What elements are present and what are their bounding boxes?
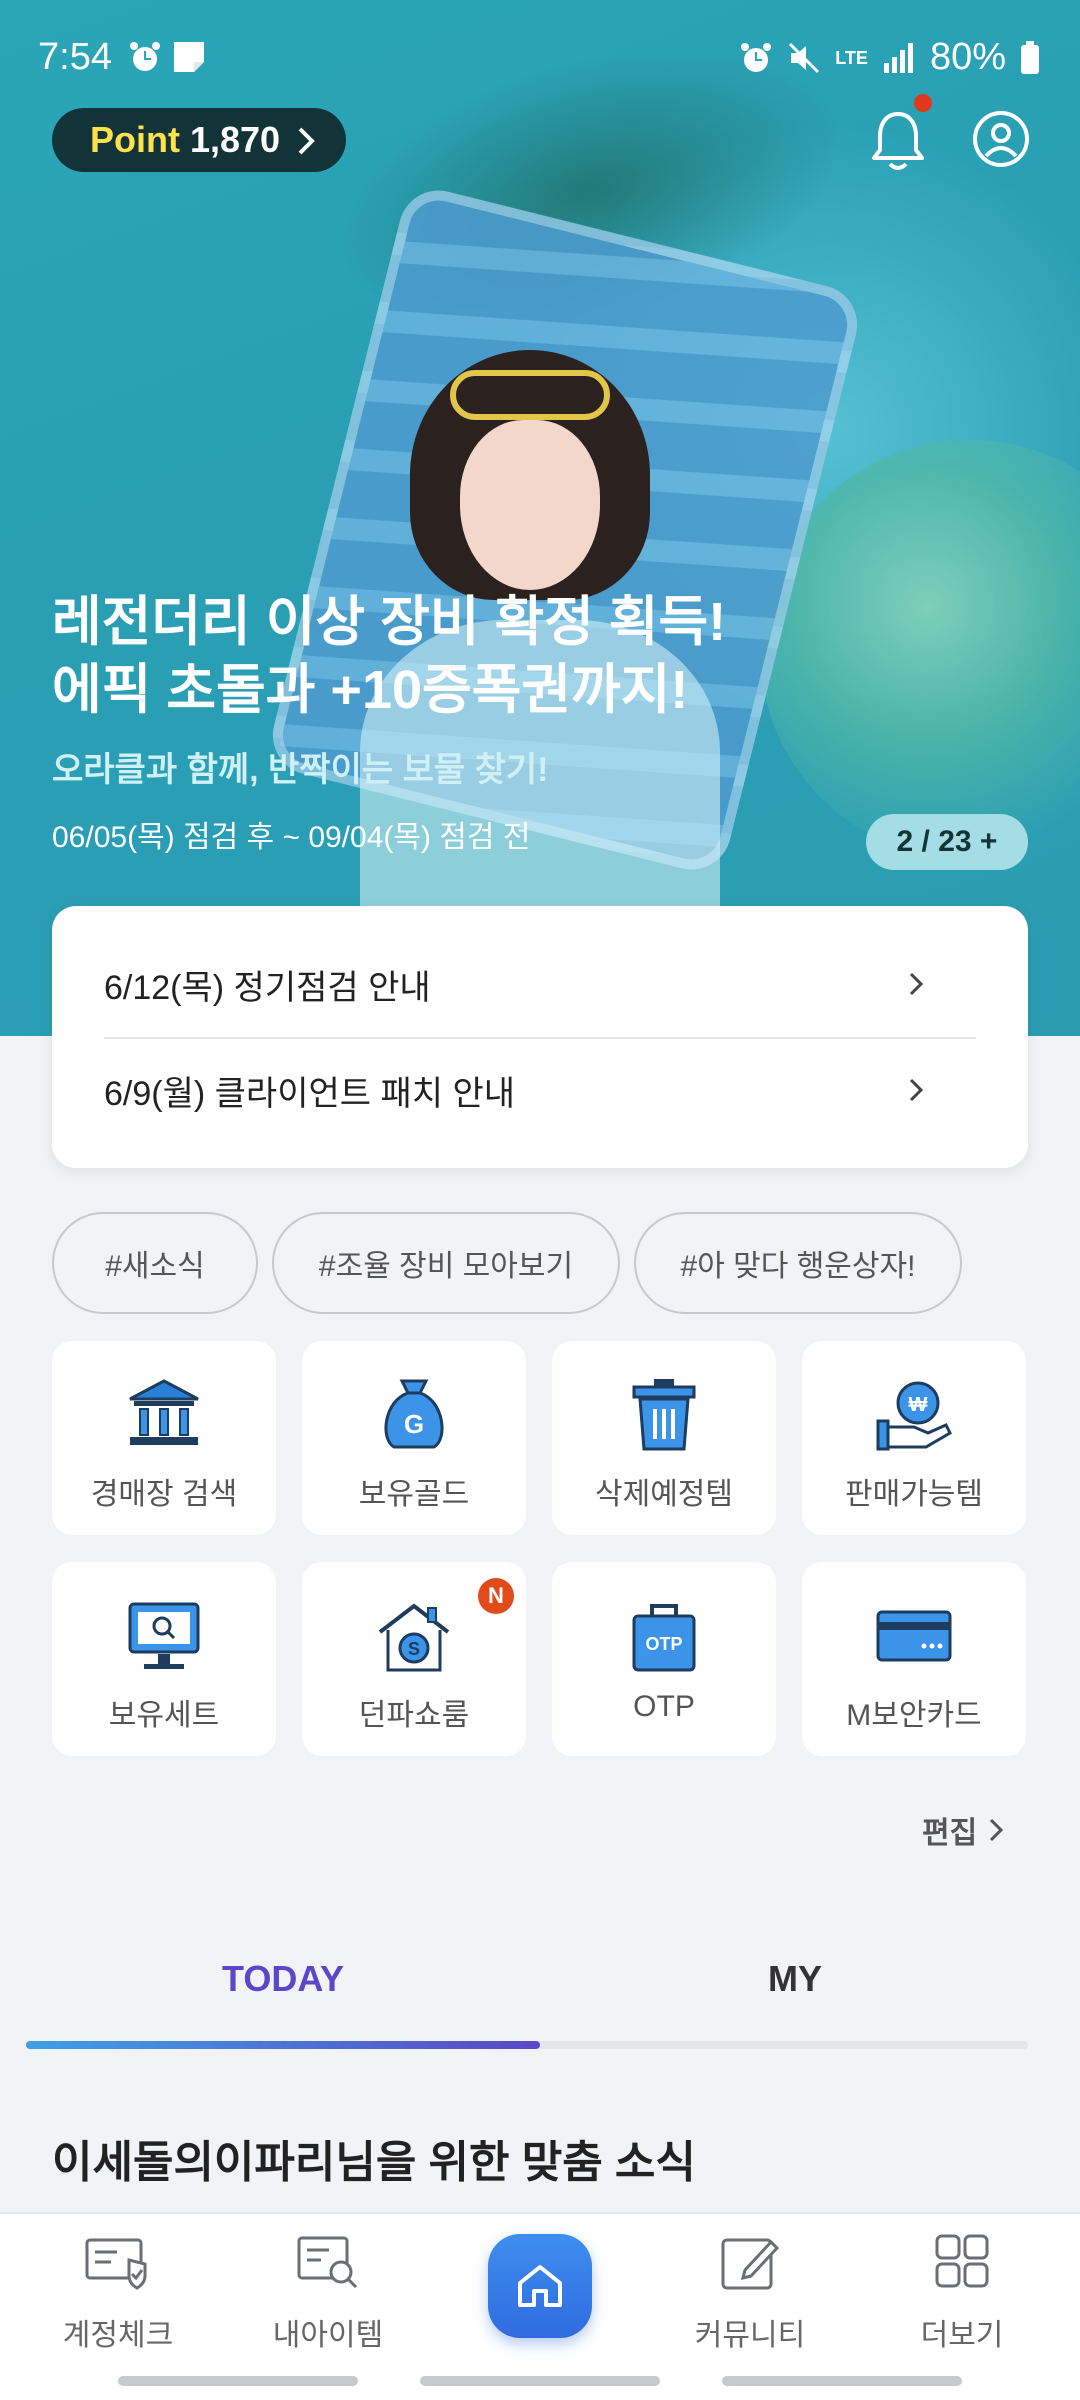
nav-home-button[interactable] (488, 2234, 592, 2338)
tile-otp[interactable]: OTP OTP (552, 1562, 776, 1756)
hero-title: 레전더리 이상 장비 확정 획득! 에픽 초돌과 +10증폭권까지! (52, 588, 726, 724)
tile-label: 보유골드 (358, 1478, 470, 1511)
community-edit-icon (721, 2238, 780, 2290)
account-check-icon (85, 2238, 147, 2290)
trash-icon (632, 1379, 696, 1451)
gesture-bar (722, 2376, 962, 2386)
svg-text:S: S (408, 1639, 420, 1659)
chevron-right-icon (909, 1078, 924, 1102)
battery-percent: 80% (929, 36, 1006, 78)
tab-indicator (26, 2041, 540, 2049)
tag-news[interactable]: #새소식 (52, 1212, 258, 1314)
notice-label: 6/12(목) 정기점검 안내 (104, 968, 431, 1007)
nav-community[interactable]: 커뮤니티 (650, 2232, 850, 2354)
signal-icon (883, 42, 913, 73)
tile-label: 보유세트 (108, 1699, 220, 1732)
notice-item[interactable]: 6/9(월) 클라이언트 패치 안내 (52, 1038, 924, 1142)
nav-label: 계정체크 (62, 2319, 174, 2352)
tile-label: 경매장 검색 (90, 1478, 238, 1511)
tab-today[interactable]: TODAY (222, 1958, 344, 2000)
tile-label: OTP (633, 1690, 695, 1723)
new-badge: N (478, 1578, 514, 1614)
mute-icon (789, 42, 820, 73)
notification-dot (914, 94, 932, 112)
svg-text:₩: ₩ (909, 1394, 928, 1416)
note-icon (174, 42, 204, 72)
hero-subtitle: 오라클과 함께, 반짝이는 보물 찾기! (52, 751, 549, 789)
battery-icon (1021, 40, 1039, 74)
section-title: 이세돌의이파리님을 위한 맞춤 소식 (52, 2138, 696, 2187)
more-grid-icon (935, 2234, 989, 2288)
tile-auction-search[interactable]: 경매장 검색 (52, 1341, 276, 1535)
banner-page-indicator[interactable]: 2 / 23 + (866, 814, 1028, 870)
hero-date: 06/05(목) 점검 후 ~ 09/04(목) 점검 전 (52, 821, 531, 854)
showroom-house-icon: S (378, 1603, 450, 1672)
point-button[interactable]: Point 1,870 (52, 108, 346, 172)
hero-title-line1: 레전더리 이상 장비 확정 획득! (52, 592, 727, 652)
sell-hand-icon: ₩ (876, 1381, 952, 1451)
nav-account-check[interactable]: 계정체크 (18, 2232, 218, 2354)
security-card-icon (876, 1610, 952, 1662)
hero-title-line2: 에픽 초돌과 +10증폭권까지! (52, 660, 689, 720)
tile-label: 판매가능템 (845, 1478, 983, 1511)
gold-bag-icon: G (384, 1379, 444, 1449)
chevron-right-icon (990, 1818, 1004, 1842)
nav-more[interactable]: 더보기 (862, 2232, 1062, 2354)
chevron-right-icon (298, 127, 315, 155)
monitor-search-icon (128, 1602, 200, 1669)
status-time: 7:54 (38, 36, 112, 78)
point-value: 1,870 (189, 119, 281, 160)
svg-text:G: G (404, 1409, 424, 1439)
otp-bag-icon: OTP (632, 1604, 696, 1672)
home-icon (518, 2265, 562, 2307)
nav-label: 내아이템 (272, 2319, 384, 2352)
tile-label: M보안카드 (846, 1699, 982, 1732)
nav-label: 커뮤니티 (694, 2319, 806, 2352)
notice-label: 6/9(월) 클라이언트 패치 안내 (104, 1074, 516, 1113)
edit-button[interactable]: 편집 (922, 1808, 1004, 1852)
nav-my-items[interactable]: 내아이템 (228, 2232, 428, 2354)
edit-label: 편집 (922, 1817, 978, 1850)
gesture-bar (118, 2376, 358, 2386)
tile-gold[interactable]: G 보유골드 (302, 1341, 526, 1535)
network-type: LTE (835, 47, 868, 68)
auction-bank-icon (129, 1379, 199, 1445)
tag-tuned-gear[interactable]: #조율 장비 모아보기 (272, 1212, 620, 1314)
bell-icon (872, 112, 924, 170)
tile-showroom[interactable]: S N 던파쇼룸 (302, 1562, 526, 1756)
nav-label: 더보기 (920, 2319, 1004, 2352)
alarm-icon (741, 42, 772, 72)
profile-icon[interactable] (972, 110, 1030, 168)
tile-label: 던파쇼룸 (358, 1699, 470, 1732)
my-item-icon (297, 2236, 358, 2289)
tile-sellable-items[interactable]: ₩ 판매가능템 (802, 1341, 1026, 1535)
tile-delete-items[interactable]: 삭제예정템 (552, 1341, 776, 1535)
gesture-bar (420, 2376, 660, 2386)
point-label: Point (90, 119, 180, 160)
notice-item[interactable]: 6/12(목) 정기점검 안내 (52, 932, 924, 1036)
alarm-icon (130, 42, 160, 71)
chevron-right-icon (909, 972, 924, 996)
tile-owned-sets[interactable]: 보유세트 (52, 1562, 276, 1756)
tile-security-card[interactable]: M보안카드 (802, 1562, 1026, 1756)
tile-label: 삭제예정템 (595, 1478, 733, 1511)
tab-my[interactable]: MY (768, 1958, 822, 2000)
svg-text:OTP: OTP (645, 1634, 682, 1654)
tag-lucky-box[interactable]: #아 맞다 행운상자! (634, 1212, 962, 1314)
notification-button[interactable] (868, 94, 932, 172)
